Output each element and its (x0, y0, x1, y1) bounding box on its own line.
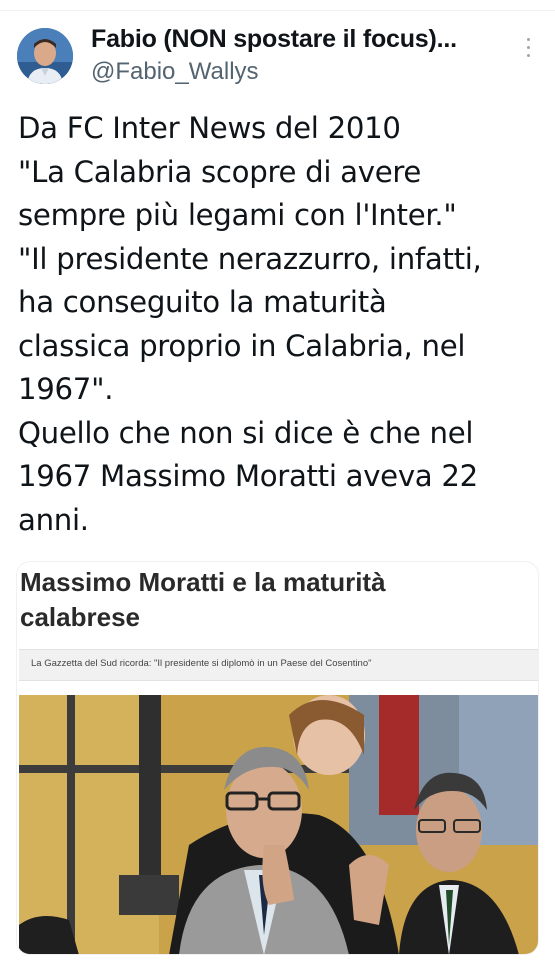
article-title-line: calabrese (20, 602, 140, 632)
tweet-text: Da FC Inter News del 2010 "La Calabria s… (18, 107, 538, 542)
article-title: Massimo Moratti e la maturità calabrese (20, 565, 386, 635)
tweet-text-line: ha conseguito la maturità (18, 285, 387, 319)
tweet-text-line: sempre più legami con l'Inter." (18, 198, 457, 232)
article-subtitle: La Gazzetta del Sud ricorda: "Il preside… (31, 658, 372, 669)
author-display-name[interactable]: Fabio (NON spostare il focus)... (91, 25, 457, 54)
tweet-text-line: Quello che non si dice è che nel (18, 415, 474, 450)
tweet-text-line: classica proprio in Calabria, nel (18, 328, 466, 363)
article-title-line: Massimo Moratti e la maturità (20, 567, 386, 597)
tweet-text-line: 1967 Massimo Moratti aveva 22 (18, 459, 478, 493)
tweet-text-line: "Il presidente nerazzurro, infatti, (18, 241, 482, 276)
avatar-image (17, 28, 73, 84)
article-subtitle-bar: La Gazzetta del Sud ricorda: "Il preside… (19, 649, 538, 681)
author-handle[interactable]: @Fabio_Wallys (91, 58, 259, 86)
article-image-card[interactable]: Massimo Moratti e la maturità calabrese … (16, 561, 539, 955)
tweet-text-line: "La Calabria scopre di avere (18, 154, 422, 189)
tweet-text-line: 1967". (18, 372, 114, 406)
author-avatar[interactable] (17, 28, 73, 84)
tweet-text-line: anni. (18, 502, 89, 537)
top-divider (0, 10, 555, 11)
article-photo (19, 695, 538, 954)
more-vertical-icon[interactable] (518, 38, 538, 66)
tweet-text-line: Da FC Inter News del 2010 (18, 111, 401, 145)
